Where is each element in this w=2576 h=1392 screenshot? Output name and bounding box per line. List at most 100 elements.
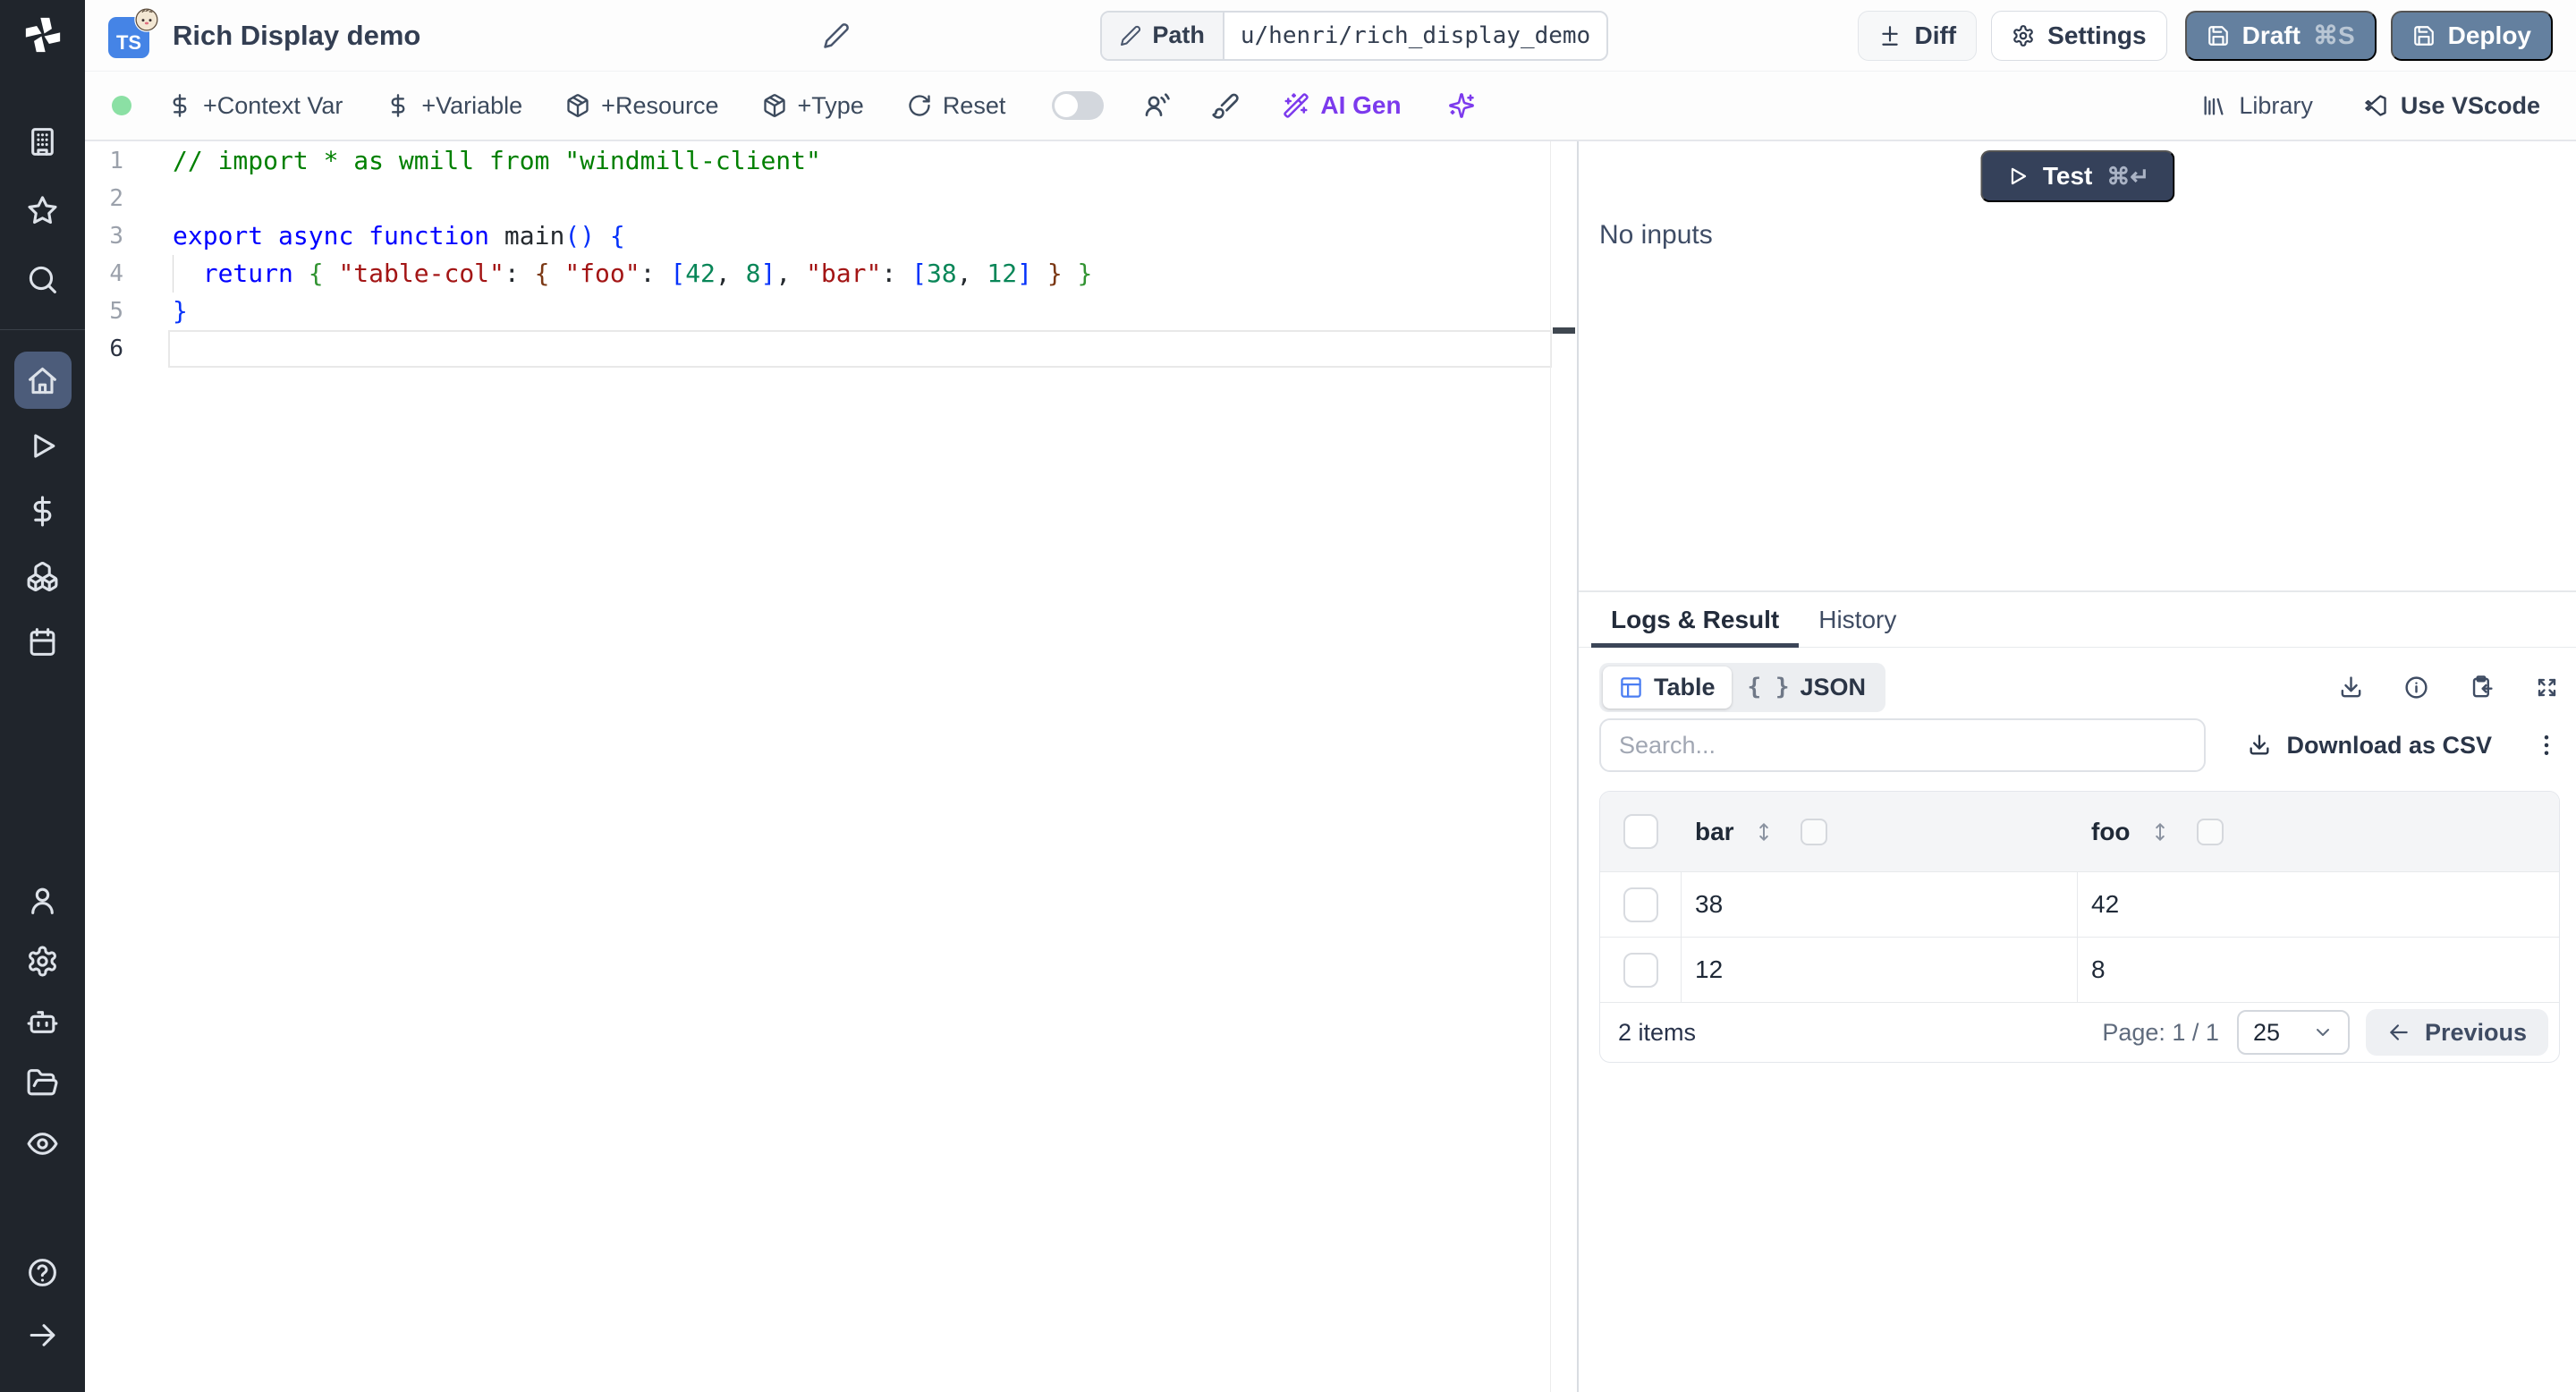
row-checkbox[interactable] — [1623, 887, 1658, 922]
download-csv-button[interactable]: Download as CSV — [2247, 732, 2492, 760]
code-line-1[interactable]: // import * as wmill from "windmill-clie… — [168, 142, 1550, 180]
refresh-icon — [907, 93, 932, 118]
overview-ruler[interactable] — [1550, 141, 1577, 1392]
multiplayer-toggle[interactable] — [1052, 91, 1105, 120]
play-icon — [26, 429, 59, 463]
sidebar-item-favorites[interactable] — [14, 182, 72, 239]
type-button[interactable]: +Type — [762, 92, 864, 120]
column-select-box[interactable] — [1800, 818, 1827, 845]
sidebar-item-folders[interactable] — [14, 1054, 72, 1111]
sidebar-item-resources[interactable] — [14, 547, 72, 605]
result-view-row: Table { } JSON — [1599, 662, 2560, 712]
star-icon — [26, 194, 59, 227]
dollar-icon — [167, 93, 192, 118]
sidebar-item-expand[interactable] — [14, 1306, 72, 1363]
page-title: Rich Display demo — [173, 19, 421, 51]
sidebar-item-workspace[interactable] — [14, 113, 72, 170]
row-checkbox[interactable] — [1623, 952, 1658, 988]
tab-logs-result[interactable]: Logs & Result — [1591, 592, 1800, 648]
code-editor[interactable]: 1 2 3 4 5 6 // import * as wmill from "windmi… — [85, 141, 1579, 1392]
download-csv-label: Download as CSV — [2286, 731, 2492, 759]
tab-history[interactable]: History — [1799, 592, 1916, 647]
table-footer: 2 items Page: 1 / 1 25 Previous — [1600, 1002, 2559, 1062]
contextvar-button[interactable]: +Context Var — [167, 92, 343, 120]
reset-button[interactable]: Reset — [907, 92, 1005, 120]
settings-button[interactable]: Settings — [1991, 10, 2167, 61]
expand-icon[interactable] — [2534, 675, 2560, 700]
sidebar-group-admin — [14, 670, 72, 1172]
status-dot — [112, 96, 131, 115]
copy-clipboard-icon[interactable] — [2469, 675, 2495, 700]
resource-button[interactable]: +Resource — [565, 91, 719, 120]
draft-button[interactable]: Draft ⌘S — [2184, 10, 2377, 61]
sidebar-item-variables[interactable] — [14, 482, 72, 539]
path-label: Path — [1152, 21, 1205, 48]
ai-gen-button[interactable]: AI Gen — [1283, 91, 1402, 120]
table-body: 38 42 12 8 — [1600, 871, 2559, 1002]
diff-icon — [1878, 24, 1902, 47]
row-checkbox-cell — [1600, 938, 1682, 1002]
column-select-box[interactable] — [2196, 818, 2224, 845]
view-switcher: Table { } JSON — [1599, 662, 1886, 712]
sidebar-item-workers[interactable] — [14, 993, 72, 1050]
sidebar-item-runs[interactable] — [14, 417, 72, 474]
code-line-2[interactable] — [168, 180, 1550, 217]
settings-label: Settings — [2047, 21, 2147, 49]
sidebar-item-search[interactable] — [14, 250, 72, 308]
format-brush-icon[interactable] — [1211, 91, 1240, 120]
code-line-4[interactable]: return { "table-col": { "foo": [42, 8], … — [168, 255, 1550, 293]
page-size-select[interactable]: 25 — [2236, 1010, 2350, 1055]
info-icon[interactable] — [2403, 675, 2429, 700]
view-table-button[interactable]: Table — [1603, 666, 1732, 709]
search-input[interactable] — [1599, 718, 2206, 772]
sidebar-divider — [0, 329, 85, 330]
code-line-6[interactable] — [168, 330, 1550, 368]
path-button[interactable]: Path — [1102, 12, 1224, 59]
wand-icon — [1283, 92, 1309, 119]
table-search-row: Download as CSV — [1599, 718, 2560, 772]
sidebar-item-users[interactable] — [14, 871, 72, 929]
library-button[interactable]: Library — [2201, 92, 2313, 120]
bot-icon — [26, 1006, 59, 1039]
select-all-cell — [1600, 792, 1682, 871]
deploy-button[interactable]: Deploy — [2390, 10, 2553, 61]
sidebar-item-settings[interactable] — [14, 932, 72, 989]
sidebar-item-audit-logs[interactable] — [14, 1115, 72, 1172]
sort-icon[interactable] — [1752, 820, 1775, 844]
toolbar-action-label: +Resource — [601, 91, 719, 119]
multiplayer-users-icon[interactable] — [1143, 91, 1172, 120]
sidebar-item-schedules[interactable] — [14, 613, 72, 670]
no-inputs-text: No inputs — [1599, 220, 1713, 250]
vscode-icon — [2363, 93, 2388, 118]
select-all-checkbox[interactable] — [1623, 814, 1658, 849]
use-vscode-button[interactable]: Use VScode — [2363, 92, 2540, 120]
path-value: u/henri/rich_display_demo — [1240, 21, 1591, 49]
sidebar-item-home[interactable] — [13, 352, 72, 409]
previous-label: Previous — [2424, 1018, 2527, 1046]
test-shortcut: ⌘↵ — [2106, 162, 2150, 190]
sparkles-icon[interactable] — [1448, 92, 1475, 119]
kebab-menu-icon[interactable] — [2533, 732, 2560, 759]
pencil-icon — [1120, 25, 1141, 47]
edit-title-pencil-icon[interactable] — [823, 22, 850, 49]
eye-icon — [26, 1127, 59, 1160]
left-sidebar — [0, 0, 85, 1392]
table-cell: 8 — [2091, 955, 2106, 983]
package-icon — [565, 93, 590, 118]
toolbar-action-label: +Variable — [421, 91, 523, 119]
diff-button[interactable]: Diff — [1858, 10, 1978, 61]
path-group[interactable]: Path u/henri/rich_display_demo — [1100, 10, 1609, 61]
code-line-3[interactable]: export async function main() { — [168, 217, 1550, 255]
toolbar-action-label: +Context Var — [203, 91, 343, 119]
editor-code[interactable]: // import * as wmill from "windmill-clie… — [168, 142, 1550, 368]
test-button[interactable]: Test ⌘↵ — [1979, 150, 2175, 202]
download-icon[interactable] — [2338, 675, 2364, 700]
sort-icon[interactable] — [2148, 820, 2172, 844]
table-header-row: bar foo — [1600, 792, 2559, 871]
sidebar-item-help[interactable] — [14, 1243, 72, 1301]
code-line-5[interactable]: } — [168, 293, 1550, 330]
variable-button[interactable]: +Variable — [386, 92, 522, 120]
windmill-logo[interactable] — [0, 0, 85, 70]
view-json-button[interactable]: { } JSON — [1732, 666, 1883, 709]
previous-page-button[interactable]: Previous — [2365, 1009, 2548, 1056]
